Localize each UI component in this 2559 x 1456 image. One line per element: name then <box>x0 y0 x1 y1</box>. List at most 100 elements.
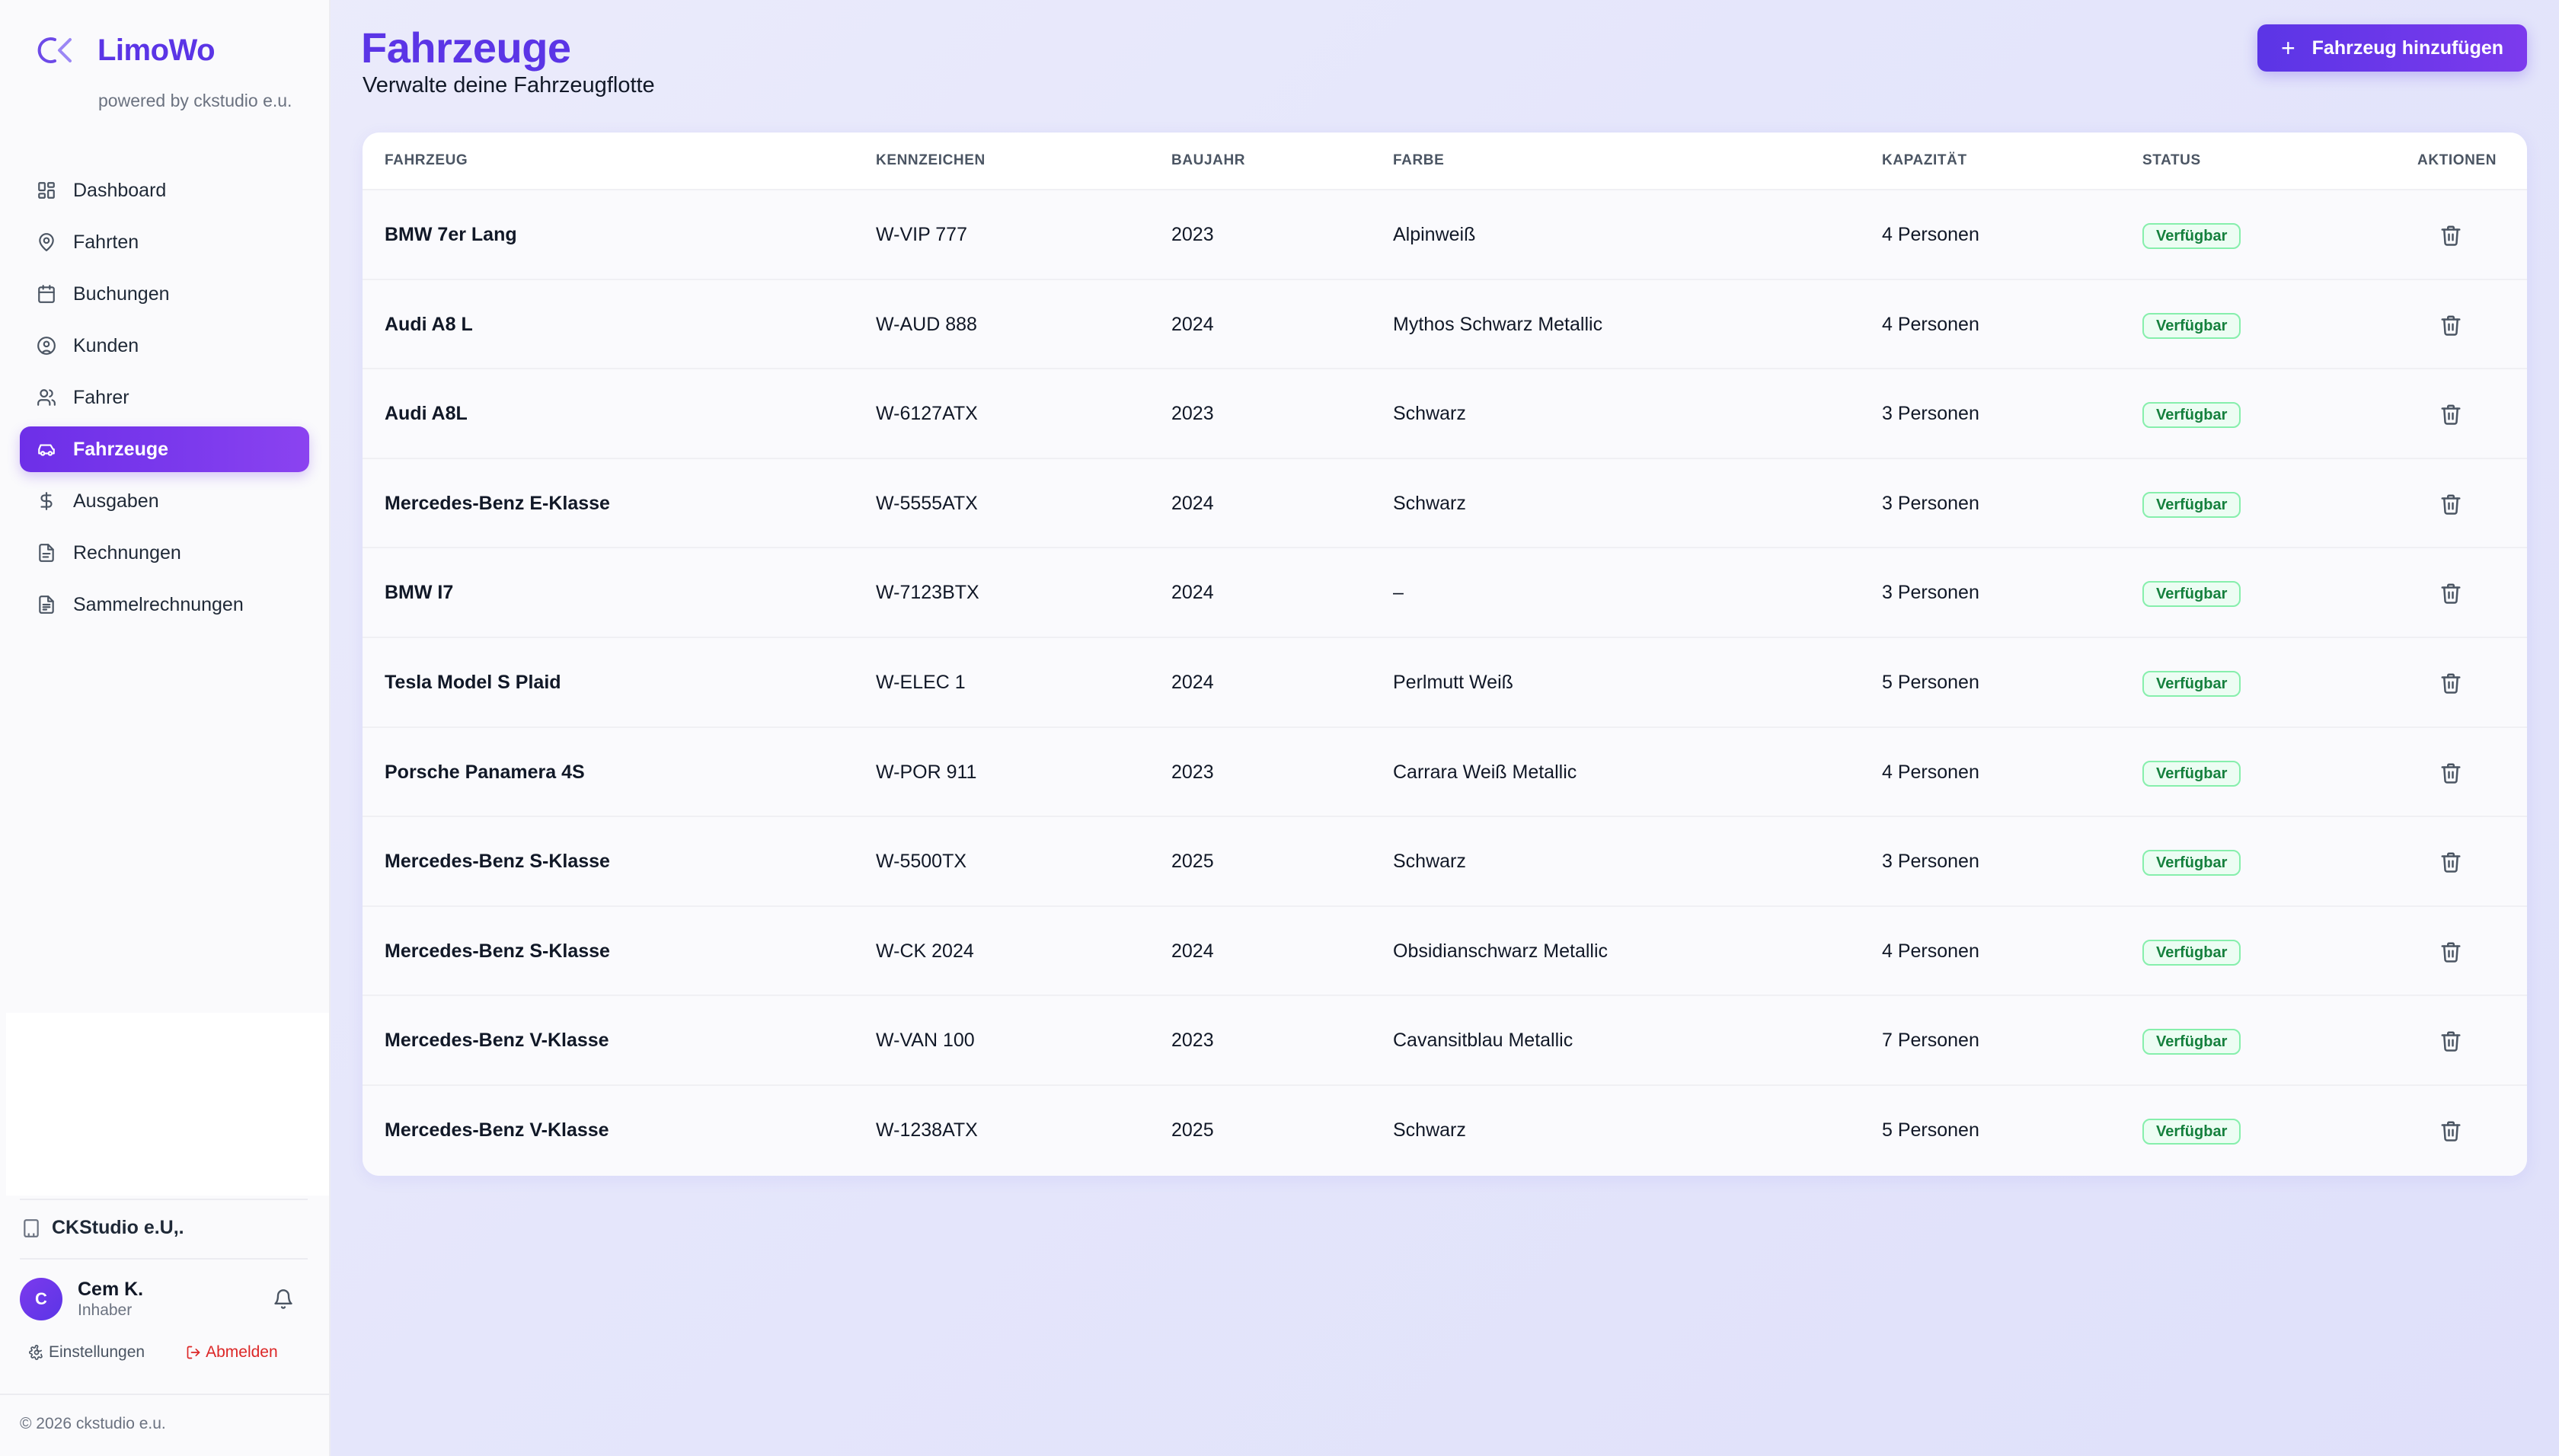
column-header-vehicle[interactable]: FAHRZEUG <box>385 152 468 169</box>
sidebar-item-kunden[interactable]: Kunden <box>20 323 309 369</box>
license-plate: W-1238ATX <box>876 1119 978 1141</box>
status-badge: Verfügbar <box>2142 312 2241 339</box>
delete-vehicle-button[interactable] <box>2439 582 2462 605</box>
capacity: 4 Personen <box>1882 224 1979 245</box>
status-badge: Verfügbar <box>2142 491 2241 518</box>
vehicle-name: Mercedes-Benz S-Klasse <box>385 940 610 962</box>
delete-vehicle-button[interactable] <box>2439 403 2462 426</box>
vehicles-table: FAHRZEUG KENNZEICHEN BAUJAHR FARBE KAPAZ… <box>363 133 2527 1176</box>
license-plate: W-CK 2024 <box>876 940 974 962</box>
capacity: 7 Personen <box>1882 1030 1979 1052</box>
divider <box>0 1394 331 1395</box>
vehicle-name: Mercedes-Benz V-Klasse <box>385 1119 609 1141</box>
trash-icon <box>2441 583 2461 605</box>
vehicle-name: BMW 7er Lang <box>385 224 517 245</box>
delete-vehicle-button[interactable] <box>2439 672 2462 694</box>
table-row[interactable]: BMW 7er Lang W-VIP 777 2023 Alpinweiß 4 Pers… <box>363 190 2527 280</box>
trash-icon <box>2441 763 2461 784</box>
file-icon <box>39 544 54 562</box>
add-vehicle-button[interactable]: + Fahrzeug hinzufügen <box>2257 24 2527 72</box>
column-header-color[interactable]: FARBE <box>1393 152 1444 169</box>
user-profile[interactable]: C Cem K. Inhaber <box>20 1276 302 1322</box>
capacity: 4 Personen <box>1882 313 1979 335</box>
brand[interactable]: LimoWo <box>37 30 216 70</box>
build-year: 2024 <box>1171 492 1214 514</box>
build-year: 2024 <box>1171 313 1214 335</box>
vehicle-name: Audi A8 L <box>385 313 473 335</box>
table-row[interactable]: Mercedes-Benz E-Klasse W-5555ATX 2024 Schwa… <box>363 458 2527 549</box>
brand-name: LimoWo <box>97 33 216 67</box>
status-badge: Verfügbar <box>2142 1029 2241 1055</box>
file-stack-icon <box>39 595 54 614</box>
column-header-year[interactable]: BAUJAHR <box>1171 152 1245 169</box>
vehicle-name: BMW I7 <box>385 582 454 604</box>
table-row[interactable]: BMW I7 W-7123BTX 2024 – 3 Personen Verfügbar <box>363 548 2527 638</box>
delete-vehicle-button[interactable] <box>2439 1030 2462 1052</box>
build-year: 2024 <box>1171 671 1214 693</box>
vehicle-color: Obsidianschwarz Metallic <box>1393 940 1609 962</box>
column-header-capacity[interactable]: KAPAZITÄT <box>1882 152 1967 169</box>
sidebar-item-label: Rechnungen <box>73 541 181 564</box>
table-row[interactable]: Mercedes-Benz V-Klasse W-VAN 100 2023 Cavan… <box>363 996 2527 1086</box>
table-row[interactable]: Tesla Model S Plaid W-ELEC 1 2024 Perlmutt … <box>363 637 2527 728</box>
divider <box>20 1258 308 1260</box>
delete-vehicle-button[interactable] <box>2439 224 2462 247</box>
bell-icon <box>274 1289 292 1309</box>
table-row[interactable]: Audi A8L W-6127ATX 2023 Schwarz 3 Personen Ve… <box>363 369 2527 459</box>
table-row[interactable]: Mercedes-Benz S-Klasse W-CK 2024 2024 Obsid… <box>363 906 2527 997</box>
delete-vehicle-button[interactable] <box>2439 762 2462 784</box>
sidebar-item-fahrer[interactable]: Fahrer <box>20 375 309 420</box>
sidebar-item-buchungen[interactable]: Buchungen <box>20 271 309 317</box>
license-plate: W-7123BTX <box>876 582 979 604</box>
license-plate: W-POR 911 <box>876 761 977 783</box>
build-year: 2024 <box>1171 940 1214 962</box>
trash-icon <box>2441 1031 2461 1052</box>
trash-icon <box>2441 673 2461 694</box>
vehicle-color: Cavansitblau Metallic <box>1393 1030 1573 1052</box>
dashboard-icon <box>38 182 55 199</box>
logout-link[interactable]: Abmelden <box>186 1343 278 1362</box>
settings-link[interactable]: Einstellungen <box>29 1343 145 1362</box>
organization-switcher[interactable]: CKStudio e.U,. <box>21 1217 184 1239</box>
license-plate: W-ELEC 1 <box>876 671 966 693</box>
vehicle-color: – <box>1393 582 1404 604</box>
table-row[interactable]: Audi A8 L W-AUD 888 2024 Mythos Schwarz Met… <box>363 279 2527 370</box>
license-plate: W-5555ATX <box>876 492 978 514</box>
delete-vehicle-button[interactable] <box>2439 1119 2462 1142</box>
vehicle-color: Schwarz <box>1393 851 1466 873</box>
avatar: C <box>20 1278 62 1320</box>
sidebar-item-label: Fahrten <box>73 231 139 253</box>
building-icon <box>24 1218 39 1237</box>
delete-vehicle-button[interactable] <box>2439 493 2462 516</box>
limowo-logo-icon <box>37 37 72 63</box>
user-circle-icon <box>37 337 56 355</box>
copyright: © 2026 ckstudio e.u. <box>20 1415 166 1432</box>
column-header-plate[interactable]: KENNZEICHEN <box>876 152 986 169</box>
trash-icon <box>2441 942 2461 963</box>
sidebar-item-rechnungen[interactable]: Rechnungen <box>20 530 309 576</box>
vehicle-name: Tesla Model S Plaid <box>385 671 561 693</box>
table-row[interactable]: Mercedes-Benz V-Klasse W-1238ATX 2025 Schwa… <box>363 1085 2527 1176</box>
sidebar: LimoWo powered by ckstudio e.u. Dashboar… <box>0 0 331 1456</box>
sidebar-item-fahrten[interactable]: Fahrten <box>20 219 309 265</box>
gear-icon <box>29 1345 43 1360</box>
page-subtitle: Verwalte deine Fahrzeugflotte <box>363 73 655 97</box>
status-badge: Verfügbar <box>2142 760 2241 787</box>
build-year: 2025 <box>1171 1119 1214 1141</box>
delete-vehicle-button[interactable] <box>2439 314 2462 337</box>
sidebar-item-sammelrechnungen[interactable]: Sammelrechnungen <box>20 582 309 627</box>
delete-vehicle-button[interactable] <box>2439 940 2462 963</box>
delete-vehicle-button[interactable] <box>2439 851 2462 873</box>
sidebar-actions: Einstellungen Abmelden <box>29 1343 278 1362</box>
sidebar-item-fahrzeuge[interactable]: Fahrzeuge <box>20 426 309 472</box>
notifications-button[interactable] <box>273 1288 294 1310</box>
sidebar-item-label: Buchungen <box>73 283 170 305</box>
sidebar-item-ausgaben[interactable]: Ausgaben <box>20 478 309 524</box>
build-year: 2023 <box>1171 403 1214 425</box>
sidebar-item-dashboard[interactable]: Dashboard <box>20 168 309 213</box>
table-row[interactable]: Mercedes-Benz S-Klasse W-5500TX 2025 Schwar… <box>363 817 2527 907</box>
table-row[interactable]: Porsche Panamera 4S W-POR 911 2023 Carrara … <box>363 727 2527 818</box>
vehicle-name: Mercedes-Benz V-Klasse <box>385 1030 609 1052</box>
vehicle-color: Mythos Schwarz Metallic <box>1393 313 1603 335</box>
column-header-status[interactable]: STATUS <box>2142 152 2201 169</box>
